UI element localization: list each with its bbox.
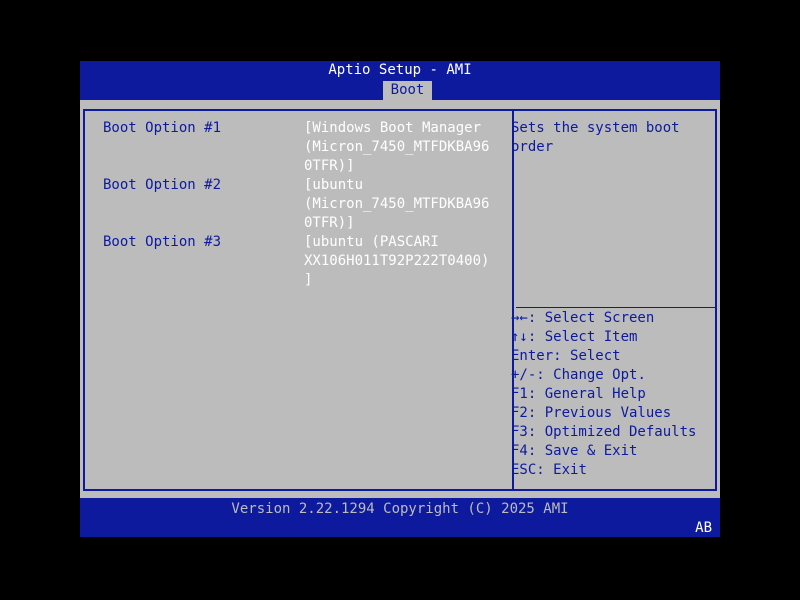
boot-option-3-label[interactable]: Boot Option #3	[103, 233, 221, 252]
key-help-item: F1: General Help	[511, 386, 646, 402]
content-frame: Boot Option #1 [Windows Boot Manager (Mi…	[83, 109, 717, 491]
key-help-item: →←: Select Screen	[511, 310, 655, 326]
boot-option-3-value[interactable]: ]	[304, 271, 312, 290]
up-down-arrows-icon: ↑↓	[511, 329, 528, 345]
boot-option-3-value[interactable]: XX106H011T92P222T0400)	[304, 252, 489, 271]
help-divider	[516, 307, 716, 308]
tab-boot[interactable]: Boot	[383, 81, 432, 100]
boot-option-1-value[interactable]: 0TFR)]	[304, 157, 355, 176]
key-help-item: ESC: Exit	[511, 462, 587, 478]
key-help-item: ↑↓: Select Item	[511, 329, 638, 345]
key-help-item: +/-: Change Opt.	[511, 367, 646, 383]
boot-option-2-value[interactable]: (Micron_7450_MTFDKBA96	[304, 195, 489, 214]
boot-option-1-value[interactable]: [Windows Boot Manager	[304, 119, 481, 138]
help-description-line: order	[511, 139, 554, 155]
boot-option-2-value[interactable]: [ubuntu	[304, 176, 363, 195]
bios-setup-screen: Aptio Setup - AMI Boot Boot Option #1 [W…	[80, 61, 720, 537]
left-right-arrows-icon: →←	[511, 310, 528, 326]
footer-bar: Version 2.22.1294 Copyright (C) 2025 AMI…	[80, 498, 720, 537]
boot-option-2-label[interactable]: Boot Option #2	[103, 176, 221, 195]
boot-option-1-value[interactable]: (Micron_7450_MTFDKBA96	[304, 138, 489, 157]
main-panel: Boot Option #1 [Windows Boot Manager (Mi…	[80, 100, 720, 498]
app-title: Aptio Setup - AMI	[328, 62, 472, 78]
boot-option-3-value[interactable]: [ubuntu (PASCARI	[304, 233, 439, 252]
key-help-item: F2: Previous Values	[511, 405, 672, 421]
key-help-item: F3: Optimized Defaults	[511, 424, 697, 440]
post-code: AB	[695, 520, 712, 536]
boot-option-2-value[interactable]: 0TFR)]	[304, 214, 355, 233]
key-help-item: Enter: Select	[511, 348, 621, 364]
help-description-line: Sets the system boot	[511, 120, 680, 136]
version-text: Version 2.22.1294 Copyright (C) 2025 AMI	[231, 501, 569, 517]
boot-option-1-label[interactable]: Boot Option #1	[103, 119, 221, 138]
key-help-item: F4: Save & Exit	[511, 443, 638, 459]
